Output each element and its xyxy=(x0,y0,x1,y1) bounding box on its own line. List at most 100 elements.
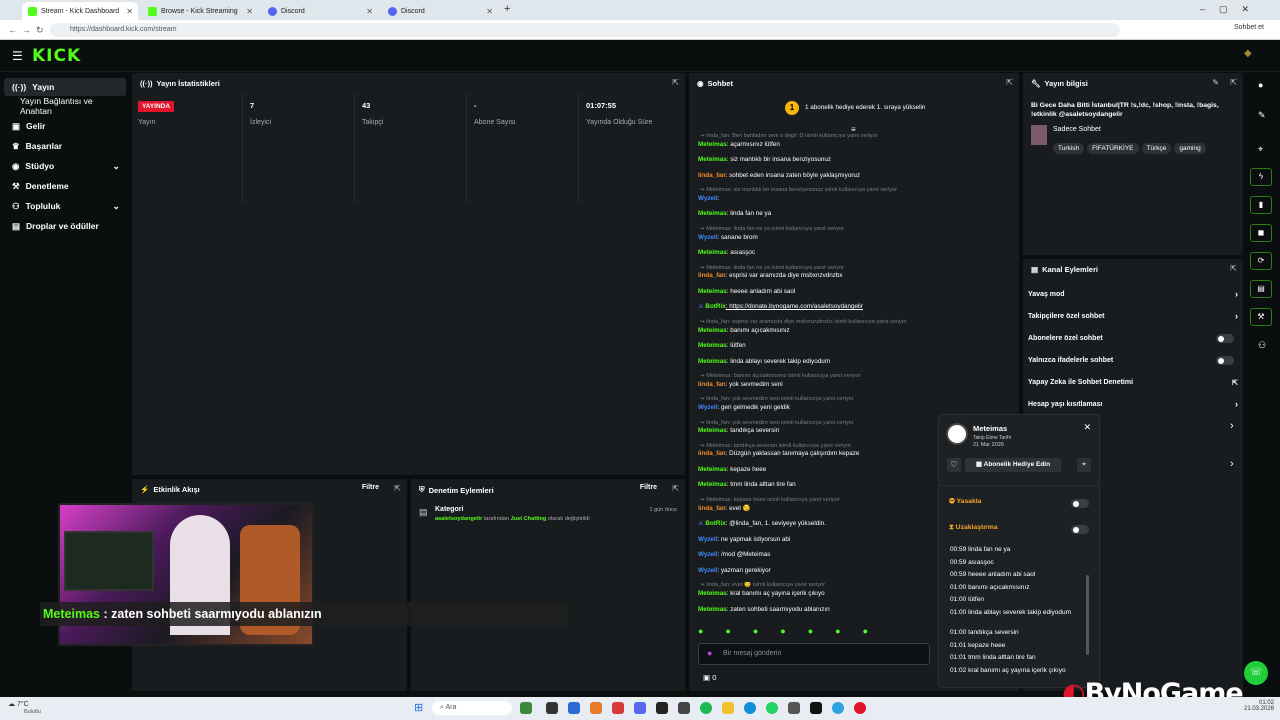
taskbar-app-icon[interactable] xyxy=(568,702,580,714)
chat-message[interactable]: Meteimas: tandıkça seversin xyxy=(698,427,938,434)
chat-username[interactable]: linda_fan xyxy=(698,381,726,388)
chat-message[interactable]: linda_fan: Düzgün yaklassan tanımaya çal… xyxy=(698,450,938,457)
sidebar-item-stream-key[interactable]: Yayın Bağlantısı ve Anahtarı xyxy=(4,96,126,116)
taskbar-clock[interactable]: 01:02 21.03.2026 xyxy=(1244,700,1274,712)
sidebar-item-achievements[interactable]: ♛ Başarılar xyxy=(4,137,126,155)
weather-widget[interactable]: ☁ 7°C xyxy=(8,700,29,708)
chat-message[interactable]: Meteimas: banımı açıcakmısınız xyxy=(698,327,938,334)
chat-username[interactable]: Meteimas xyxy=(698,156,727,163)
popout-icon[interactable]: ⇱ xyxy=(1230,78,1237,87)
gift-leaderboard-banner[interactable]: 1 abonelik hediye ederek 1. sıraya yükse… xyxy=(805,104,925,111)
window-controls[interactable]: –▢✕ xyxy=(1200,4,1263,15)
taskbar-app-icon[interactable] xyxy=(788,702,800,714)
chevron-down-icon[interactable]: ⌄ xyxy=(112,201,120,212)
tag[interactable]: Turkish xyxy=(1053,143,1085,154)
chat-username[interactable]: Meteimas xyxy=(698,358,727,365)
ban-action[interactable]: ⛔︎ Yasakla xyxy=(949,498,981,506)
spotify-icon[interactable] xyxy=(700,702,712,714)
close-tab-icon[interactable]: ✕ xyxy=(246,7,253,16)
taskbar-app-icon[interactable] xyxy=(520,702,532,714)
new-tab-button[interactable]: + xyxy=(504,3,510,15)
chat-message[interactable]: Meteimas: tmm linda alttan tire fan xyxy=(698,481,938,488)
chat-username[interactable]: Meteimas xyxy=(698,481,727,488)
chevron-right-icon[interactable]: › xyxy=(1230,458,1234,470)
edit-icon[interactable]: ✎ xyxy=(1258,110,1266,121)
chat-message[interactable]: Wyzell: geri gelmedik yeni geldik xyxy=(698,404,938,411)
chat-bubble-button[interactable]: ☏ xyxy=(1244,661,1268,685)
share-icon[interactable]: ⚇ xyxy=(1258,340,1266,351)
chat-message[interactable]: Meteimas: linda fan ne ya xyxy=(698,210,938,217)
chat-message[interactable]: Meteimas: lütfen xyxy=(698,342,938,349)
pin-icon[interactable]: ⌖ xyxy=(1077,458,1091,472)
chat-username[interactable]: Meteimas xyxy=(698,606,727,613)
reload-icon[interactable]: ↻ xyxy=(36,25,44,36)
chat-message[interactable]: linda_fan: sohbet eden insana zaten böyl… xyxy=(698,172,938,179)
sidebar-item-studio[interactable]: ◉ Stüdyo ⌄ xyxy=(4,157,126,175)
chat-message[interactable]: Wyzell: ne yapmak istiyorsun abi xyxy=(698,536,938,543)
chrome-icon[interactable] xyxy=(854,702,866,714)
taskbar-app-icon[interactable] xyxy=(656,702,668,714)
timeout-toggle[interactable] xyxy=(1071,525,1089,534)
chat-username[interactable]: linda_fan xyxy=(698,505,726,512)
taskbar-app-icon[interactable] xyxy=(678,702,690,714)
action-ai-moderation[interactable]: Yapay Zeka ile Sohbet Denetimi ⇱ xyxy=(1028,379,1238,387)
back-icon[interactable]: ← xyxy=(8,25,17,35)
forward-icon[interactable]: → xyxy=(22,25,31,35)
chat-message[interactable]: Meteimas: kepaze heee xyxy=(698,466,938,473)
channel-points[interactable]: ▣ 0 xyxy=(703,673,716,682)
chat-message[interactable]: linda_fan: yok sevmedim seni xyxy=(698,381,938,388)
tab-kick-dashboard[interactable]: Stream - Kick Dashboard ✕ xyxy=(22,2,138,20)
taskbar-app-icon[interactable] xyxy=(612,702,624,714)
rail-document-icon[interactable]: ▮ xyxy=(1250,196,1272,214)
chat-message[interactable]: Meteimas: zaten sohbeti saarmıyodu ablan… xyxy=(698,606,938,613)
tab-kick-browse[interactable]: Browse - Kick Streaming ✕ xyxy=(142,2,258,20)
tab-discord-2[interactable]: Discord ✕ xyxy=(382,2,498,20)
info-icon[interactable]: ● xyxy=(1258,80,1263,90)
action-subscribers-only[interactable]: Abonelere özel sohbet xyxy=(1028,334,1238,343)
chat-message[interactable]: Meteimas: asıasşoc xyxy=(698,249,938,256)
action-slow-mode[interactable]: Yavaş mod › xyxy=(1028,289,1238,299)
chat-message[interactable]: Meteimas: açarmısınız lütfen xyxy=(698,141,938,148)
close-tab-icon[interactable]: ✕ xyxy=(126,7,133,16)
telegram-icon[interactable] xyxy=(832,702,844,714)
chat-username[interactable]: Wyzell xyxy=(698,567,717,574)
chat-message[interactable]: ⚔ BotRix: @linda_fan, 1. seviyeye yüksel… xyxy=(698,520,938,527)
moderation-filter-button[interactable]: Filtre xyxy=(640,484,657,491)
rail-wrench-icon[interactable]: ⚒ xyxy=(1250,308,1272,326)
rail-lightning-icon[interactable]: ϟ xyxy=(1250,168,1272,186)
chat-message[interactable]: Meteimas: heeee anladım abi saol xyxy=(698,288,938,295)
popout-icon[interactable]: ⇱ xyxy=(1230,264,1237,273)
sidebar-item-moderation[interactable]: ⚒ Denetleme xyxy=(4,177,126,195)
mic-icon[interactable]: ● xyxy=(707,648,712,658)
chat-username[interactable]: Wyzell xyxy=(698,551,717,558)
chat-username[interactable]: Meteimas xyxy=(698,288,727,295)
chat-username[interactable]: Meteimas xyxy=(698,590,727,597)
chat-username[interactable]: Meteimas xyxy=(698,249,727,256)
popout-icon[interactable]: ⇱ xyxy=(672,484,679,493)
rail-chat-icon[interactable]: ◼ xyxy=(1250,224,1272,242)
taskbar-search[interactable]: ⌕ Ara xyxy=(432,701,512,715)
chat-message[interactable]: linda_fan: esprisi var aramızda diye msb… xyxy=(698,272,938,279)
action-account-age[interactable]: Hesap yaşı kısıtlaması › xyxy=(1028,399,1238,409)
close-icon[interactable]: ✕ xyxy=(1083,422,1091,433)
taskbar-app-icon[interactable] xyxy=(546,702,558,714)
user-avatar[interactable]: ◆ xyxy=(1244,48,1252,59)
toggle-switch[interactable] xyxy=(1216,334,1234,343)
edit-icon[interactable]: ✎ xyxy=(1212,78,1219,87)
rail-link-icon[interactable]: ⟳ xyxy=(1250,252,1272,270)
chat-username[interactable]: Wyzell xyxy=(698,536,717,543)
chat-username[interactable]: BotRix xyxy=(705,520,725,527)
close-tab-icon[interactable]: ✕ xyxy=(486,7,493,16)
chevron-right-icon[interactable]: › xyxy=(1230,420,1234,432)
address-bar[interactable]: https://dashboard.kick.com/stream xyxy=(50,23,1120,37)
chat-message[interactable]: Wyzell: yazman gerekiyor xyxy=(698,567,938,574)
chat-message[interactable]: Meteimas: siz mantıklı bir insana benziy… xyxy=(698,156,938,163)
tag[interactable]: gaming xyxy=(1174,143,1206,154)
chat-username[interactable]: Wyzell xyxy=(698,195,717,202)
emote-bar[interactable]: ●●●●●●● xyxy=(698,626,928,640)
popout-icon[interactable]: ⇱ xyxy=(1006,78,1013,87)
scrollbar[interactable] xyxy=(1086,575,1089,655)
chat-message[interactable]: linda_fan: evet 😏 xyxy=(698,504,938,512)
toggle-switch[interactable] xyxy=(1216,356,1234,365)
activity-filter-button[interactable]: Filtre xyxy=(362,484,379,491)
